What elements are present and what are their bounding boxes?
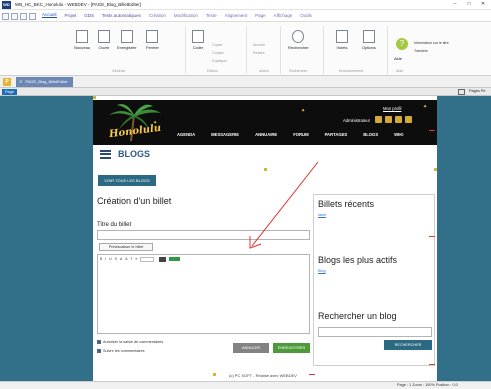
options-label: Options <box>362 45 376 50</box>
open-label: Ouvrir <box>98 45 110 50</box>
webdev-logo-icon: WD <box>2 0 11 9</box>
window-title: WB_HC_BKC_Honolulu - WEBDEV - [PAGE_Blog… <box>15 2 141 7</box>
close-doc-button[interactable]: Fermer <box>146 30 159 50</box>
maximize-button[interactable]: □ <box>464 1 474 8</box>
close-tab-icon[interactable]: ✕ <box>19 79 22 84</box>
help-button[interactable]: Aide <box>394 54 402 61</box>
open-file-icon[interactable] <box>11 13 18 20</box>
title-bar: WD WB_HC_BKC_Honolulu - WEBDEV - [PAGE_B… <box>0 0 491 10</box>
redo-button[interactable]: Refaire <box>253 51 265 55</box>
menu-creation[interactable]: Création <box>149 13 166 18</box>
editor-subbar: Page Pages Pe <box>0 88 491 96</box>
group-rechercher: Rechercher <box>289 69 308 73</box>
disk-icon <box>120 30 133 43</box>
panel-list-icon[interactable] <box>458 89 465 95</box>
tutorials-link[interactable]: Tutoriels <box>414 49 428 53</box>
close-doc-icon <box>146 30 159 43</box>
new-button[interactable]: Nouveau <box>74 30 90 50</box>
save-button[interactable]: Enregistrer <box>117 30 137 50</box>
group-general: Général <box>112 69 125 73</box>
save-label: Enregistrer <box>117 45 137 50</box>
search-label: Rechercher <box>288 45 309 50</box>
menu-gds[interactable]: GDS <box>84 13 94 18</box>
new-label: Nouveau <box>74 45 91 50</box>
ribbon: Nouveau Ouvrir Enregistrer Fermer Généra… <box>0 22 491 76</box>
side-panel-label[interactable]: Pages Pe <box>469 89 485 93</box>
panels-icon <box>336 30 348 43</box>
minimize-button[interactable]: – <box>450 1 460 8</box>
undo-button[interactable]: Annuler <box>253 43 265 47</box>
menu-modification[interactable]: Modification <box>174 13 198 18</box>
page-type-icon: P <box>3 78 11 86</box>
document-tab-bar: P ✕ PAGE_Blog_BilletEditer <box>0 76 491 88</box>
copy-button[interactable]: Copier <box>212 43 223 47</box>
status-bar: Page : 1 Zoom : 100% Position : 0,0 <box>0 381 491 389</box>
ribbon-separator <box>323 26 324 74</box>
menu-items: Accueil Projet GDS Tests automatiques Cr… <box>42 12 312 18</box>
ribbon-separator <box>387 26 388 74</box>
tab-label: PAGE_Blog_BilletEditer <box>25 79 68 84</box>
ribbon-separator <box>185 26 186 74</box>
panels-label: Volets <box>336 45 348 50</box>
annotation-arrow-icon <box>249 161 319 249</box>
panels-button[interactable]: Volets <box>336 30 348 50</box>
window-controls: – □ ✕ <box>450 1 488 8</box>
menu-alignement[interactable]: Alignement <box>225 13 248 18</box>
help-icon[interactable]: ? <box>396 38 408 50</box>
page-selector[interactable]: Page <box>2 89 17 95</box>
new-document-icon <box>76 30 88 43</box>
menu-page[interactable]: Page <box>255 13 266 18</box>
new-file-icon[interactable] <box>2 13 9 20</box>
menu-bar: Accueil Projet GDS Tests automatiques Cr… <box>0 10 491 22</box>
quick-access-toolbar <box>2 13 42 21</box>
help-label: Aide <box>394 56 403 61</box>
status-text: Page : 1 Zoom : 100% Position : 0,0 <box>397 383 458 387</box>
menu-outils[interactable]: Outils <box>300 13 312 18</box>
folder-icon <box>98 30 110 43</box>
options-icon <box>362 30 375 43</box>
group-environnement: Environnement <box>339 69 364 73</box>
paste-button[interactable]: Coller <box>192 30 204 50</box>
menu-projet[interactable]: Projet <box>65 13 77 18</box>
search-button[interactable]: Rechercher <box>288 30 309 50</box>
menu-tests[interactable]: Tests automatiques <box>102 13 141 18</box>
ribbon-separator <box>280 26 281 74</box>
ribbon-separator <box>246 26 247 74</box>
tab-page-blog-billet-editer[interactable]: ✕ PAGE_Blog_BilletEditer <box>16 77 73 87</box>
editor-canvas: Honolulu AGENDA MESSAGERIE ANNUAIRE FORU… <box>0 96 491 381</box>
group-aide: Aide <box>396 69 404 73</box>
menu-accueil[interactable]: Accueil <box>42 12 57 18</box>
group-edition: Edition <box>207 69 218 73</box>
title-info-link[interactable]: Information sur le titre <box>414 41 449 45</box>
open-button[interactable]: Ouvrir <box>98 30 110 50</box>
print-icon[interactable] <box>29 13 36 20</box>
magnifier-icon <box>292 30 305 43</box>
close-doc-label: Fermer <box>146 45 159 50</box>
cut-button[interactable]: Couper <box>212 51 224 55</box>
menu-texte[interactable]: Texte <box>206 13 217 18</box>
menu-affichage[interactable]: Affichage <box>274 13 293 18</box>
clipboard-icon <box>192 30 204 43</box>
group-action: Action <box>259 69 269 73</box>
close-window-button[interactable]: ✕ <box>478 1 488 8</box>
options-button[interactable]: Options <box>362 30 376 50</box>
duplicate-button[interactable]: Dupliquer <box>212 59 227 63</box>
paste-label: Coller <box>192 45 204 50</box>
save-file-icon[interactable] <box>20 13 27 20</box>
